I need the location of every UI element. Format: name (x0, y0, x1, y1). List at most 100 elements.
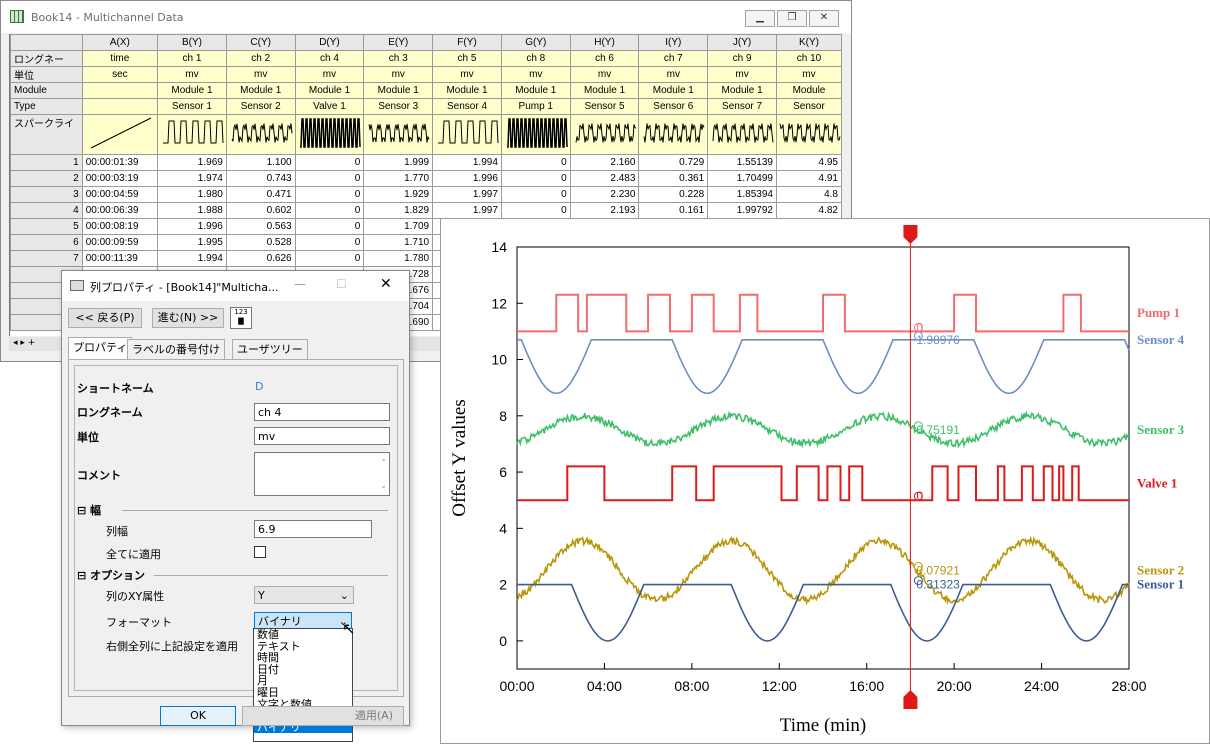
sparkline-cell[interactable] (432, 114, 502, 155)
label-cell[interactable]: Module 1 (294, 82, 365, 99)
data-cell[interactable]: 1.99792 (707, 202, 777, 219)
row-number[interactable]: 4 (10, 202, 83, 219)
data-cell[interactable]: 1.999 (363, 154, 434, 171)
sparkline-cell[interactable] (294, 114, 365, 155)
multichannel-chart[interactable]: 0 2 4 6 8 10 12 14 00:00 04:00 08:00 12:00 16:00 20:0… (441, 219, 1210, 745)
label-cell[interactable]: ch 9 (707, 50, 777, 67)
data-cell[interactable]: 1.780 (363, 250, 434, 267)
row-number[interactable]: 1 (10, 154, 83, 171)
tab-properties[interactable]: プロパティ (68, 337, 133, 359)
row-label[interactable]: Type (10, 98, 83, 115)
label-cell[interactable]: ch 1 (157, 50, 227, 67)
sparkline-cell[interactable] (638, 114, 709, 155)
data-cell[interactable]: 0.626 (225, 250, 296, 267)
label-cell[interactable]: Module 1 (569, 82, 640, 99)
column-header[interactable]: D(Y) (294, 34, 365, 51)
column-header[interactable]: C(Y) (225, 34, 296, 51)
data-cell[interactable]: 4.8 (775, 186, 842, 203)
label-cell[interactable]: ch 6 (569, 50, 640, 67)
data-cell[interactable]: 2.193 (569, 202, 640, 219)
label-cell[interactable]: mv (363, 66, 434, 83)
data-cell[interactable]: 0 (500, 186, 571, 203)
label-cell[interactable]: ch 10 (775, 50, 842, 67)
data-cell[interactable]: 00:00:11:39 (81, 250, 159, 267)
data-cell[interactable]: 0 (500, 202, 571, 219)
label-cell[interactable]: ch 2 (225, 50, 296, 67)
label-cell[interactable]: Sensor 5 (569, 98, 640, 115)
cursor-handle-top[interactable] (903, 225, 918, 244)
data-cell[interactable]: 1.709 (363, 218, 434, 235)
data-cell[interactable]: 4.82 (775, 202, 842, 219)
data-cell[interactable]: 2.230 (569, 186, 640, 203)
column-header[interactable]: H(Y) (569, 34, 640, 51)
scroll-up-icon[interactable]: ⌃ (380, 455, 387, 470)
label-cell[interactable] (81, 82, 159, 99)
sparkline-cell[interactable] (500, 114, 571, 155)
label-cell[interactable]: mv (500, 66, 571, 83)
label-cell[interactable]: mv (432, 66, 502, 83)
label-cell[interactable]: ch 7 (638, 50, 709, 67)
apply-all-checkbox[interactable] (254, 546, 266, 558)
data-cell[interactable]: 0 (294, 202, 365, 219)
data-cell[interactable]: 0 (294, 250, 365, 267)
data-cell[interactable]: 00:00:04:59 (81, 186, 159, 203)
column-icon[interactable]: 123 ▇ (230, 307, 252, 329)
data-cell[interactable]: 00:00:09:59 (81, 234, 159, 251)
label-cell[interactable]: Module (775, 82, 842, 99)
long-name-field[interactable]: ch 4 (254, 403, 390, 421)
tab-user-tree[interactable]: ユーザツリー (232, 339, 308, 359)
data-cell[interactable]: 0.602 (225, 202, 296, 219)
row-label[interactable]: ロングネー (10, 50, 83, 67)
row-number[interactable]: 2 (10, 170, 83, 187)
column-header[interactable]: B(Y) (157, 34, 227, 51)
data-cell[interactable]: 1.980 (157, 186, 227, 203)
data-cell[interactable]: 1.997 (432, 186, 502, 203)
data-cell[interactable]: 1.994 (432, 154, 502, 171)
data-cell[interactable]: 1.997 (432, 202, 502, 219)
label-cell[interactable]: mv (157, 66, 227, 83)
data-cell[interactable]: 1.994 (157, 250, 227, 267)
xy-attr-select[interactable]: Y ⌄ (254, 586, 354, 604)
data-cell[interactable]: 1.85394 (707, 186, 777, 203)
close-icon[interactable]: ✕ (380, 276, 392, 292)
data-cell[interactable]: 0.528 (225, 234, 296, 251)
back-button[interactable]: << 戻る(P) (68, 308, 142, 328)
label-cell[interactable]: Sensor 7 (707, 98, 777, 115)
label-cell[interactable]: Module 1 (707, 82, 777, 99)
data-cell[interactable]: 0 (500, 154, 571, 171)
sparkline-cell[interactable] (363, 114, 434, 155)
data-cell[interactable]: 1.969 (157, 154, 227, 171)
data-cell[interactable]: 1.710 (363, 234, 434, 251)
label-cell[interactable]: mv (707, 66, 777, 83)
column-header[interactable]: E(Y) (363, 34, 434, 51)
data-cell[interactable]: 1.996 (432, 170, 502, 187)
data-cell[interactable]: 0 (294, 170, 365, 187)
column-header[interactable]: G(Y) (500, 34, 571, 51)
ok-button[interactable]: OK (160, 706, 236, 726)
label-cell[interactable]: Sensor 1 (157, 98, 227, 115)
column-header[interactable]: A(X) (81, 34, 159, 51)
sparkline-cell[interactable] (157, 114, 227, 155)
column-header[interactable]: F(Y) (432, 34, 502, 51)
options-section-toggle[interactable]: ⊟ オプション (77, 567, 145, 583)
data-cell[interactable]: 0 (294, 154, 365, 171)
data-cell[interactable]: 00:00:03:19 (81, 170, 159, 187)
label-cell[interactable]: Module 1 (500, 82, 571, 99)
maximize-icon[interactable]: ☐ (336, 277, 347, 291)
data-cell[interactable]: 1.996 (157, 218, 227, 235)
data-cell[interactable]: 0.228 (638, 186, 709, 203)
label-cell[interactable]: mv (225, 66, 296, 83)
label-cell[interactable]: sec (81, 66, 159, 83)
row-label[interactable]: スパークライ (10, 114, 83, 155)
data-cell[interactable]: 0.161 (638, 202, 709, 219)
sheet-nav-arrows[interactable]: ◂ ▸ + (13, 338, 35, 348)
column-header[interactable]: J(Y) (707, 34, 777, 51)
label-cell[interactable]: Sensor 4 (432, 98, 502, 115)
data-cell[interactable]: 00:00:06:39 (81, 202, 159, 219)
scroll-down-icon[interactable]: ⌄ (380, 478, 387, 493)
apply-button[interactable]: 適用(A) (242, 706, 404, 726)
data-cell[interactable]: 2.483 (569, 170, 640, 187)
column-header[interactable]: K(Y) (775, 34, 842, 51)
col-width-field[interactable]: 6.9 (254, 520, 372, 538)
data-cell[interactable]: 1.70499 (707, 170, 777, 187)
